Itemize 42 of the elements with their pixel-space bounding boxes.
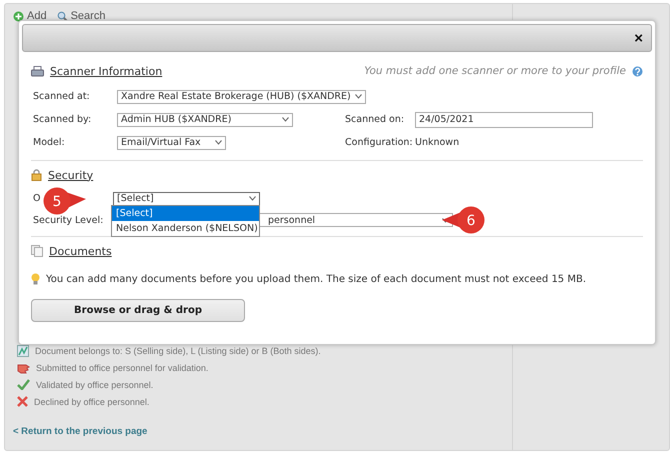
legend-text: Submitted to office personnel for validation. <box>36 362 208 372</box>
caret-icon <box>249 196 256 201</box>
cross-icon <box>17 396 28 407</box>
legend-text: Document belongs to: S (Selling side), L (Listing side) or B (Both sides). <box>35 346 321 356</box>
padlock-icon <box>31 169 42 181</box>
field-label: Scanned at: <box>33 91 90 102</box>
tip-text: You can add many documents before you upload them. The size of each document must not exceed 15 MB. <box>46 274 586 284</box>
field-label: Configuration: <box>345 137 413 148</box>
field-label: Security Level: <box>33 214 104 226</box>
lightbulb-icon <box>31 273 40 285</box>
select-field[interactable]: Admin HUB ($XANDRE) <box>117 112 293 126</box>
checkmark-icon <box>17 379 30 390</box>
add-link[interactable]: Add <box>27 10 47 22</box>
legend-text: Declined by office personnel. <box>34 396 150 406</box>
field-label: Model: <box>33 137 65 148</box>
select-field[interactable]: Xandre Real Estate Brokerage (HUB) ($XANDRE) <box>117 90 366 104</box>
caret-icon <box>354 94 362 99</box>
caret-icon <box>282 117 289 122</box>
section-title: Scanner Information <box>50 64 162 78</box>
search-icon <box>56 10 68 22</box>
select-field[interactable]: [Select] <box>113 192 260 206</box>
hint-text: You must add one scanner or more to your profile <box>364 65 626 77</box>
field-label: O <box>33 193 40 204</box>
field-value: Unknown <box>415 137 460 148</box>
section-title: Security <box>48 168 94 182</box>
browse-button[interactable]: Browse or drag & drop <box>31 299 245 322</box>
documents-icon <box>31 245 43 257</box>
hand-icon <box>17 362 30 374</box>
back-link[interactable]: < Return to the previous page <box>13 426 148 437</box>
legend-text: Validated by office personnel. <box>36 380 154 390</box>
caret-icon <box>215 140 222 145</box>
search-link[interactable]: Search <box>70 10 106 22</box>
date-field[interactable]: 24/05/2021 <box>415 112 593 128</box>
close-button[interactable]: × <box>634 30 643 46</box>
dropdown-option[interactable]: [Select] <box>112 206 259 221</box>
chart-icon <box>17 344 29 356</box>
field-label: Scanned on: <box>345 114 404 125</box>
help-icon[interactable] <box>632 66 643 76</box>
printer-icon <box>31 66 44 76</box>
field-label: Scanned by: <box>33 114 92 125</box>
section-title: Documents <box>49 244 112 258</box>
select-field[interactable]: Email/Virtual Fax <box>117 136 226 150</box>
